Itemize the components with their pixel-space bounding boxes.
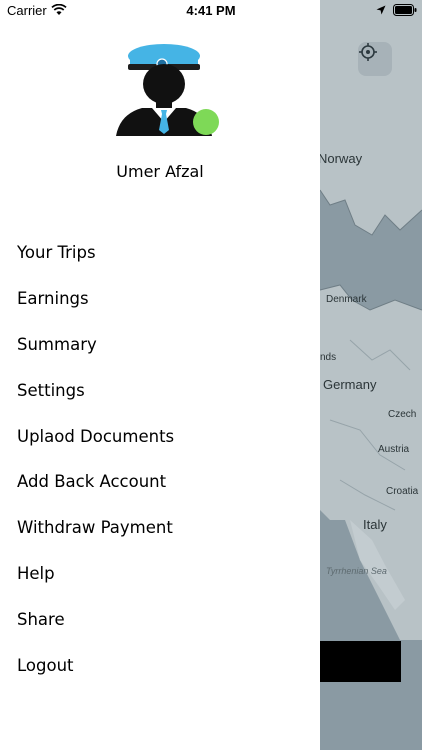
menu-item-earnings[interactable]: Earnings xyxy=(17,276,307,322)
user-name: Umer Afzal xyxy=(116,162,204,181)
locate-me-button[interactable] xyxy=(358,42,392,76)
map-label-czech: Czech xyxy=(388,409,417,420)
map-label-italy: Italy xyxy=(363,517,387,532)
map-label-sea: Tyrrhenian Sea xyxy=(326,566,387,576)
menu-item-withdraw-payment[interactable]: Withdraw Payment xyxy=(17,505,307,551)
menu-item-help[interactable]: Help xyxy=(17,551,307,597)
menu-item-settings[interactable]: Settings xyxy=(17,367,307,413)
map-bottom-panel[interactable] xyxy=(320,641,401,682)
map-label-netherlands: nds xyxy=(320,352,337,363)
battery-icon xyxy=(393,4,417,16)
location-arrow-icon xyxy=(376,5,386,15)
menu-item-add-bank-account[interactable]: Add Back Account xyxy=(17,459,307,505)
status-time: 4:41 PM xyxy=(186,3,236,18)
menu-item-upload-documents[interactable]: Uplaod Documents xyxy=(17,413,307,459)
status-bar: Carrier 4:41 PM xyxy=(0,0,422,22)
map-label-austria: Austria xyxy=(378,444,410,455)
drawer-menu: Your Trips Earnings Summary Settings Upl… xyxy=(17,230,307,688)
map-label-croatia: Croatia xyxy=(386,486,419,497)
menu-item-share[interactable]: Share xyxy=(17,596,307,642)
crosshair-icon xyxy=(359,43,377,61)
menu-item-summary[interactable]: Summary xyxy=(17,322,307,368)
map-label-denmark: Denmark xyxy=(326,294,367,305)
side-drawer: Umer Afzal Your Trips Earnings Summary S… xyxy=(0,0,320,750)
online-status-indicator xyxy=(193,109,219,135)
map-label-norway: Norway xyxy=(318,151,363,166)
menu-item-logout[interactable]: Logout xyxy=(17,642,307,688)
map-label-germany: Germany xyxy=(323,377,377,392)
menu-item-your-trips[interactable]: Your Trips xyxy=(17,230,307,276)
